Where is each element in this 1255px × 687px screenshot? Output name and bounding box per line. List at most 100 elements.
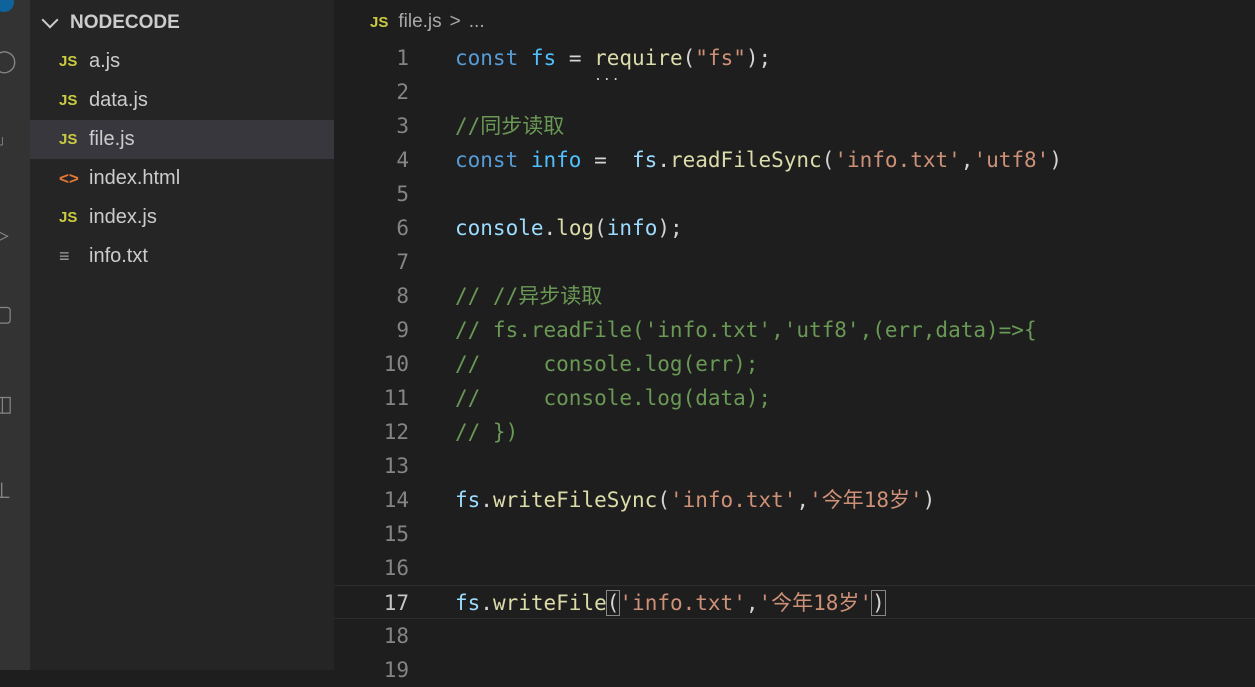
code-token: require	[594, 46, 683, 70]
js-file-icon: JS	[59, 53, 78, 70]
line-number: 13	[383, 454, 409, 478]
line-number: 6	[396, 216, 409, 240]
code-token: const	[455, 46, 519, 70]
code-text: // })	[455, 415, 518, 449]
remote-icon[interactable]: ◫	[0, 394, 13, 416]
code-token: ,	[796, 488, 810, 512]
code-line[interactable]: 8 // //异步读取	[334, 279, 1255, 313]
code-token: info	[606, 216, 658, 240]
code-token: '今年18岁'	[758, 591, 873, 615]
code-text: //同步读取	[455, 109, 564, 143]
code-text: // console.log(err);	[455, 347, 758, 381]
file-name: index.html	[89, 167, 181, 189]
code-token: // console.log(err);	[455, 352, 759, 376]
html-file-icon: <>	[59, 168, 79, 188]
file-tree: JS a.js JS data.js JS file.js <> index.html JS in…	[30, 42, 334, 276]
editor[interactable]: JS file.js > ... 1const fs = require("fs…	[334, 0, 1255, 682]
code-line[interactable]: 13	[334, 449, 1255, 483]
line-number: 15	[383, 522, 409, 546]
file-name: index.js	[89, 206, 157, 228]
code-token: (	[605, 590, 621, 616]
line-number: 3	[396, 114, 409, 138]
file-name: a.js	[89, 50, 121, 72]
code-token: )	[1049, 148, 1062, 172]
code-line[interactable]: 15	[334, 517, 1255, 551]
code-line[interactable]: 9 // fs.readFile('info.txt','utf8',(err,d…	[334, 313, 1255, 347]
code-line[interactable]: 14 fs.writeFileSync('info.txt','今年18岁')	[334, 483, 1255, 517]
code-token: 'info.txt'	[619, 591, 746, 615]
code-token: ,	[745, 591, 759, 615]
code-text: console.log(info);	[455, 211, 683, 245]
search-icon[interactable]: ◯	[0, 51, 17, 73]
code-token: console	[455, 216, 544, 240]
file-item[interactable]: ≡ info.txt	[30, 237, 334, 276]
code-line[interactable]: 12 // })	[334, 415, 1255, 449]
breadcrumb-file[interactable]: file.js	[398, 11, 441, 33]
line-number: 17	[383, 591, 409, 615]
code-line[interactable]: 11 // console.log(data);	[334, 381, 1255, 415]
file-item[interactable]: JS file.js	[30, 120, 334, 159]
code-token: "fs"	[695, 46, 746, 70]
code-line[interactable]: 7	[334, 245, 1255, 279]
code-token: (	[682, 46, 696, 70]
code-token: fs	[632, 148, 658, 172]
js-file-icon: JS	[59, 209, 78, 226]
code-line[interactable]: 19	[334, 653, 1255, 687]
source-control-icon[interactable]: ⑂	[0, 135, 12, 157]
explorer-folder-header[interactable]: NODECODE	[38, 8, 180, 38]
code-line[interactable]: 3 //同步读取	[334, 109, 1255, 143]
code-token: // console.log(data);	[455, 386, 772, 410]
code-token: fs	[455, 591, 481, 615]
code-token: const	[455, 148, 519, 172]
code-token: .	[480, 488, 493, 512]
line-number: 4	[396, 148, 409, 172]
code-line[interactable]: 1 const fs = require("fs");	[334, 41, 1255, 75]
line-number: 14	[383, 488, 409, 512]
folder-title: NODECODE	[70, 12, 180, 33]
code-token: =	[581, 148, 633, 172]
account-badge[interactable]	[0, 0, 14, 12]
line-number: 5	[396, 182, 409, 206]
code-line[interactable]: 2	[334, 75, 1255, 109]
code-token: ,	[960, 148, 974, 172]
line-number: 9	[396, 318, 409, 342]
code-line[interactable]: 18	[334, 619, 1255, 653]
code-line[interactable]: 16	[334, 551, 1255, 585]
code-token: )	[871, 590, 886, 616]
extensions-icon[interactable]: ▢	[0, 304, 13, 326]
code-line[interactable]: 6 console.log(info);	[334, 211, 1255, 245]
breadcrumb-more[interactable]: ...	[469, 11, 485, 33]
code-token: log	[556, 216, 595, 240]
code-line[interactable]: 4 const info = fs.readFileSync('info.txt'…	[334, 143, 1255, 177]
testing-icon[interactable]: ⊥	[0, 481, 12, 503]
code-token: 'utf8'	[973, 148, 1050, 172]
code-token: .	[657, 148, 670, 172]
code-token: .	[480, 591, 493, 615]
code-token: 'info.txt'	[669, 488, 797, 512]
code-token: );	[657, 216, 683, 240]
run-debug-icon[interactable]: ▷	[0, 225, 12, 247]
file-item[interactable]: JS a.js	[30, 42, 334, 81]
line-number: 16	[383, 556, 409, 580]
code-text: const info = fs.readFileSync('info.txt',…	[455, 143, 1062, 177]
code-text: // //异步读取	[455, 279, 602, 313]
code-token: );	[745, 46, 772, 70]
code-token: =	[556, 46, 595, 70]
code-line[interactable]: 5	[334, 177, 1255, 211]
js-file-icon: JS	[59, 131, 78, 148]
explorer-sidebar: NODECODE JS a.js JS data.js JS file.js <> index…	[30, 0, 334, 670]
code-token: writeFile	[492, 591, 607, 615]
file-item[interactable]: JS data.js	[30, 81, 334, 120]
code-token: fs	[455, 488, 481, 512]
line-number: 8	[396, 284, 409, 308]
breadcrumb-separator: >	[449, 11, 461, 32]
code-line[interactable]: 10 // console.log(err);	[334, 347, 1255, 381]
code-token: writeFileSync	[492, 488, 658, 512]
code-token: fs	[530, 46, 557, 70]
file-item[interactable]: JS index.js	[30, 198, 334, 237]
file-item[interactable]: <> index.html	[30, 159, 334, 198]
code-line[interactable]: 17 fs.writeFile('info.txt','今年18岁')	[334, 585, 1255, 619]
code-token: (	[594, 216, 607, 240]
